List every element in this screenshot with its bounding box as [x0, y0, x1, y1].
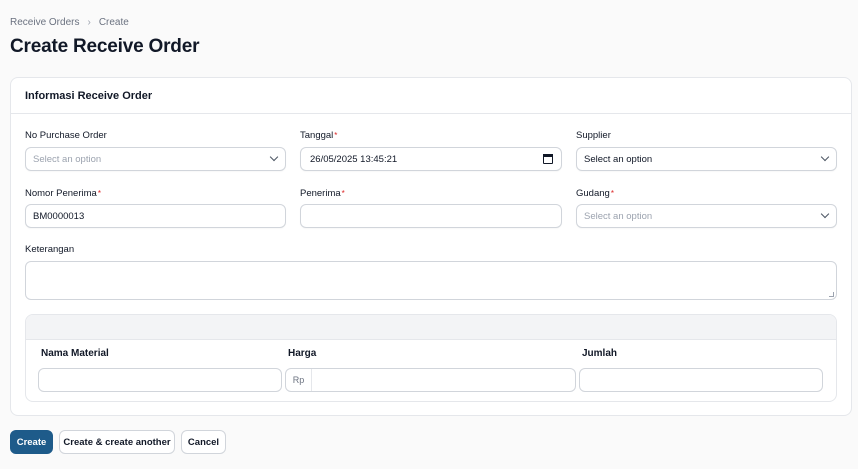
- jumlah-input[interactable]: [579, 368, 823, 392]
- tanggal-value: 26/05/2025 13:45:21: [310, 153, 398, 165]
- chevron-right-icon: ›: [87, 17, 91, 28]
- required-marker: *: [341, 189, 345, 198]
- form-card: Informasi Receive Order No Purchase Orde…: [10, 77, 852, 416]
- keterangan-field: Keterangan: [25, 243, 74, 257]
- column-nama-material: Nama Material: [41, 348, 109, 359]
- chevron-down-icon: [820, 152, 830, 162]
- currency-prefix: Rp: [286, 369, 312, 391]
- po-field: No Purchase Order: [25, 129, 107, 143]
- nomor-penerima-input[interactable]: BM0000013: [25, 204, 286, 228]
- required-marker: *: [610, 189, 614, 198]
- cancel-button[interactable]: Cancel: [181, 430, 226, 454]
- tanggal-field: Tanggal*: [300, 129, 337, 143]
- chevron-down-icon: [269, 152, 279, 162]
- create-another-button[interactable]: Create & create another: [59, 430, 175, 454]
- resize-handle-icon[interactable]: [829, 292, 834, 297]
- supplier-value: Select an option: [584, 153, 653, 165]
- supplier-select[interactable]: Select an option: [576, 147, 837, 171]
- repeater-item-header: [26, 315, 836, 340]
- po-placeholder: Select an option: [33, 153, 102, 165]
- harga-input[interactable]: Rp: [285, 368, 576, 392]
- create-button[interactable]: Create: [10, 430, 53, 454]
- penerima-field: Penerima*: [300, 187, 345, 201]
- required-marker: *: [97, 189, 101, 198]
- nama-material-input[interactable]: [38, 368, 282, 392]
- penerima-input[interactable]: [300, 204, 562, 228]
- purchase-order-select[interactable]: Select an option: [25, 147, 286, 171]
- gudang-select[interactable]: Select an option: [576, 204, 837, 228]
- column-harga: Harga: [288, 348, 317, 359]
- breadcrumb: Receive Orders › Create: [10, 17, 129, 28]
- required-marker: *: [334, 131, 338, 140]
- gudang-field: Gudang*: [576, 187, 614, 201]
- supplier-field: Supplier: [576, 129, 611, 143]
- section-title: Informasi Receive Order: [11, 78, 851, 114]
- supplier-label: Supplier: [576, 130, 611, 141]
- po-label: No Purchase Order: [25, 130, 107, 141]
- tanggal-label: Tanggal: [300, 130, 334, 141]
- nomor-penerima-value: BM0000013: [33, 210, 85, 222]
- gudang-label: Gudang: [576, 188, 610, 199]
- breadcrumb-link-receive-orders[interactable]: Receive Orders: [10, 17, 79, 28]
- chevron-down-icon: [820, 209, 830, 219]
- keterangan-label: Keterangan: [25, 244, 75, 255]
- material-repeater: Nama Material Harga Jumlah Rp: [25, 314, 837, 402]
- nomor-penerima-label: Nomor Penerima: [25, 188, 97, 199]
- gudang-placeholder: Select an option: [584, 210, 653, 222]
- nomor-penerima-field: Nomor Penerima*: [25, 187, 101, 201]
- calendar-icon[interactable]: [543, 154, 553, 164]
- breadcrumb-current: Create: [98, 17, 129, 28]
- keterangan-textarea[interactable]: [25, 261, 837, 300]
- tanggal-datetime-input[interactable]: 26/05/2025 13:45:21: [300, 147, 562, 171]
- penerima-label: Penerima: [300, 188, 341, 199]
- page-title: Create Receive Order: [10, 36, 200, 57]
- column-jumlah: Jumlah: [582, 348, 618, 359]
